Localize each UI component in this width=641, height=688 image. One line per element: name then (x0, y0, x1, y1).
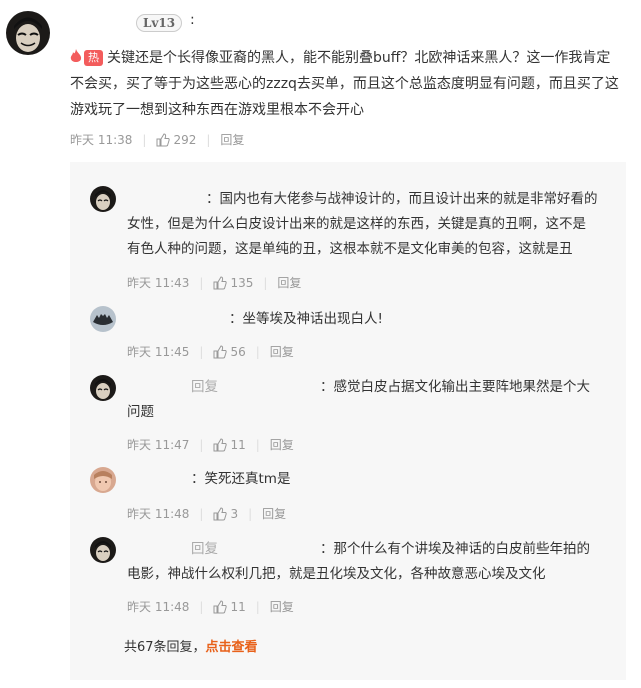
reply-time: 昨天 11:43 (127, 276, 190, 290)
reply-avatar[interactable] (90, 375, 116, 401)
thumbs-up-icon (156, 132, 171, 146)
reply-text: 回复 ：那个什么有个讲埃及神话的白皮前些年拍的 电影，神战什么权利几把，就是丑化埃… (127, 537, 607, 587)
doll-avatar-icon (90, 467, 116, 493)
like-count: 3 (230, 506, 239, 521)
like-count: 56 (230, 344, 246, 359)
reply-line: ：笑死还真tm是 (191, 471, 291, 487)
reply-meta: 昨天 11:43 | 135 | 回复 (127, 274, 302, 291)
view-more-link[interactable]: 点击查看 (206, 640, 258, 655)
more-replies: 共67条回复，点击查看 (124, 636, 258, 655)
reply-text: ：笑死还真tm是 (127, 467, 607, 492)
like-count: 11 (230, 599, 246, 614)
comment-line: 游戏玩了一想到这种东西在游戏里根本不会开心 (70, 102, 364, 118)
reply-button[interactable]: 回复 (220, 131, 244, 148)
reply-to-label: 回复 (191, 541, 218, 557)
comment-time: 昨天 11:38 (70, 133, 133, 147)
like-button[interactable]: 11 (213, 599, 246, 614)
reply-line: ：坐等埃及神话出现白人! (229, 311, 383, 327)
reply-count-text: 共67条回复， (124, 640, 206, 655)
reply-line: ：那个什么有个讲埃及神话的白皮前些年拍的 (320, 541, 590, 557)
like-count: 292 (173, 132, 197, 147)
like-button[interactable]: 3 (213, 507, 238, 521)
commenter-avatar[interactable] (6, 11, 50, 55)
like-count: 11 (230, 437, 246, 452)
reply-line: 有色人种的问题，这是单纯的丑，这根本就不是文化审美的包容，这就是丑 (127, 241, 573, 257)
comment-meta: 昨天 11:38 | 292 | 回复 (70, 131, 245, 148)
reply-avatar[interactable] (90, 537, 116, 563)
reply-avatar[interactable] (90, 467, 116, 493)
comment-text: 热关键还是个长得像亚裔的黑人，能不能别叠buff？北欧神话来黑人？这一作我肯定 … (70, 45, 630, 123)
mask-avatar-icon (90, 186, 116, 212)
reply-button[interactable]: 回复 (277, 274, 301, 291)
reply-avatar[interactable] (90, 186, 116, 212)
batman-avatar-icon (90, 306, 116, 332)
reply-time: 昨天 11:45 (127, 345, 190, 359)
thumbs-up-icon (213, 437, 228, 451)
reply-line: 电影，神战什么权利几把，就是丑化埃及文化，各种故意恶心埃及文化 (127, 566, 546, 582)
mask-avatar-icon (90, 375, 116, 401)
like-count: 135 (230, 275, 254, 290)
reply-button[interactable]: 回复 (270, 343, 294, 360)
reply-button[interactable]: 回复 (270, 436, 294, 453)
reply-time: 昨天 11:48 (127, 507, 190, 521)
like-button[interactable]: 56 (213, 344, 246, 359)
like-button[interactable]: 135 (213, 276, 253, 290)
reply-button[interactable]: 回复 (262, 505, 286, 522)
reply-text: ：坐等埃及神话出现白人! (127, 307, 607, 332)
reply-to-label: 回复 (191, 379, 218, 395)
thumbs-up-icon (213, 506, 228, 520)
comment-line: 关键还是个长得像亚裔的黑人，能不能别叠buff？北欧神话来黑人？这一作我肯定 (107, 50, 611, 66)
reply-meta: 昨天 11:47 | 11 | 回复 (127, 436, 294, 453)
level-badge: Lv13 (136, 14, 183, 32)
reply-text: 回复 ：感觉白皮占据文化输出主要阵地果然是个大 问题 (127, 375, 607, 425)
reply-line: ：感觉白皮占据文化输出主要阵地果然是个大 (320, 379, 590, 395)
reply-button[interactable]: 回复 (270, 598, 294, 615)
reply-text: ：国内也有大佬参与战神设计的，而且设计出来的就是非常好看的 女性，但是为什么白皮… (127, 187, 607, 262)
hot-badge: 热 (84, 50, 103, 66)
reply-avatar[interactable] (90, 306, 116, 332)
reply-time: 昨天 11:48 (127, 600, 190, 614)
thumbs-up-icon (213, 275, 228, 289)
like-button[interactable]: 292 (156, 133, 196, 147)
reply-meta: 昨天 11:48 | 3 | 回复 (127, 505, 287, 522)
mask-avatar-icon (6, 11, 50, 55)
name-colon: : (190, 12, 195, 28)
like-button[interactable]: 11 (213, 437, 246, 452)
reply-time: 昨天 11:47 (127, 438, 190, 452)
comment-line: 不会买，买了等于为这些恶心的zzzq去买单，而且这个总监态度明显有问题，而且买了… (70, 76, 619, 92)
mask-avatar-icon (90, 537, 116, 563)
reply-line: 问题 (127, 404, 154, 420)
reply-line: 女性，但是为什么白皮设计出来的就是这样的东西，关键是真的丑啊，这不是 (127, 216, 586, 232)
reply-meta: 昨天 11:48 | 11 | 回复 (127, 598, 294, 615)
reply-line: ：国内也有大佬参与战神设计的，而且设计出来的就是非常好看的 (206, 191, 598, 207)
thumbs-up-icon (213, 599, 228, 613)
thumbs-up-icon (213, 344, 228, 358)
reply-meta: 昨天 11:45 | 56 | 回复 (127, 343, 294, 360)
flame-icon (70, 49, 82, 62)
